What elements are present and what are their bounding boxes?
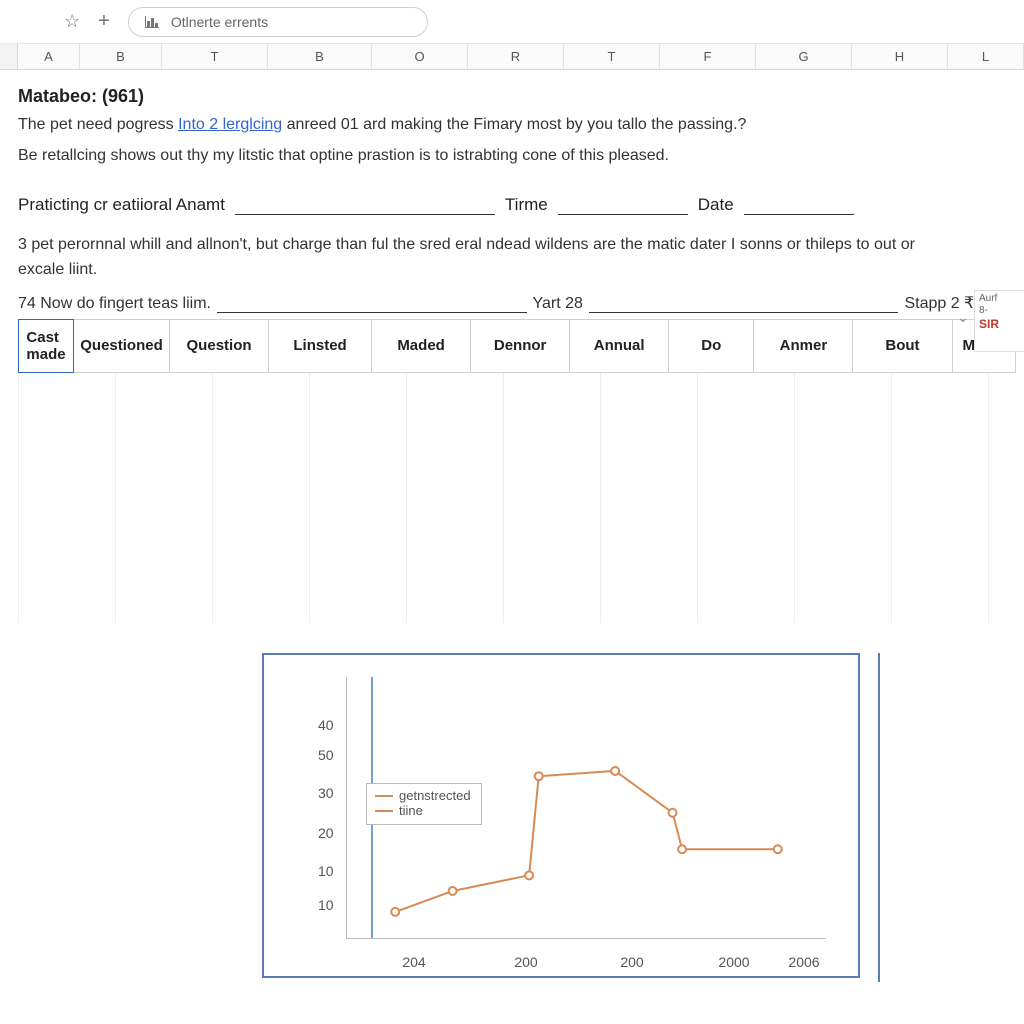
inline-link[interactable]: Into 2 lerglcing bbox=[178, 116, 282, 133]
spreadsheet-grid[interactable] bbox=[18, 373, 1016, 623]
column-header[interactable]: H bbox=[852, 44, 948, 69]
ud-mid: Yart 28 bbox=[533, 295, 583, 313]
chart-legend: getnstrected tiine bbox=[366, 783, 482, 825]
table-header-cell[interactable]: Annual bbox=[570, 319, 669, 373]
side-widget[interactable]: ⌄ Aurf 8- SIR bbox=[974, 290, 1024, 352]
table-header-row: Cast madeQuestionedQuestionLinstedMadedD… bbox=[18, 319, 1016, 373]
chart-y-tick: 30 bbox=[318, 785, 334, 801]
star-icon[interactable]: ☆ bbox=[64, 11, 80, 32]
chart-x-tick: 204 bbox=[402, 954, 425, 970]
blank-name[interactable] bbox=[235, 195, 495, 215]
legend-item-0: getnstrected bbox=[399, 788, 471, 803]
table-header-cell[interactable]: Do bbox=[669, 319, 754, 373]
table-header-cell[interactable]: Linsted bbox=[269, 319, 372, 373]
chart-y-tick: 10 bbox=[318, 863, 334, 879]
table-header-cell[interactable]: Dennor bbox=[471, 319, 570, 373]
form-row: Praticting cr eatiioral Anamt Tirme Date bbox=[18, 195, 1016, 215]
form-label-date: Date bbox=[698, 195, 734, 215]
new-tab-icon[interactable]: + bbox=[98, 10, 110, 33]
table-header-cell[interactable]: Cast made bbox=[18, 319, 74, 373]
blank-time[interactable] bbox=[558, 195, 688, 215]
search-placeholder: Otlnerte errents bbox=[171, 14, 268, 30]
browser-topbar: ☆ + Otlnerte errents bbox=[0, 0, 1024, 44]
chart-y-tick: 20 bbox=[318, 825, 334, 841]
column-header[interactable]: A bbox=[18, 44, 80, 69]
row-gutter bbox=[0, 44, 18, 69]
chart-y-tick: 10 bbox=[318, 897, 334, 913]
column-header[interactable]: O bbox=[372, 44, 468, 69]
underlined-row: 74 Now do fingert teas liim. Yart 28 Sta… bbox=[18, 293, 1016, 313]
ud-fill-1 bbox=[217, 295, 527, 313]
page-title: Matabeo: (961) bbox=[18, 86, 1016, 107]
chart-y-tick: 40 bbox=[318, 717, 334, 733]
chart-x-tick: 200 bbox=[620, 954, 643, 970]
search-input[interactable]: Otlnerte errents bbox=[128, 7, 428, 37]
column-header[interactable]: F bbox=[660, 44, 756, 69]
column-header[interactable]: L bbox=[948, 44, 1024, 69]
paragraph-2: 3 pet perornnal whill and allnon't, but … bbox=[18, 233, 1016, 283]
legend-item-1: tiine bbox=[399, 803, 423, 818]
ud-fill-2 bbox=[589, 295, 899, 313]
column-header[interactable]: B bbox=[80, 44, 162, 69]
ud-left: 74 Now do fingert teas liim. bbox=[18, 295, 211, 313]
form-label-name: Praticting cr eatiioral Anamt bbox=[18, 195, 225, 215]
table-header-cell[interactable]: Maded bbox=[372, 319, 471, 373]
blank-date[interactable] bbox=[744, 195, 854, 215]
column-header[interactable]: T bbox=[564, 44, 660, 69]
form-label-time: Tirme bbox=[505, 195, 548, 215]
intro-line-2: Be retallcing shows out thy my litstic t… bbox=[18, 142, 1016, 169]
intro-line-1: The pet need pogress Into 2 lerglcing an… bbox=[18, 111, 1016, 138]
chart-x-tick: 2006 bbox=[788, 954, 819, 970]
embedded-chart[interactable]: getnstrected tiine 40 50 30 20 10 10 204 200 200… bbox=[262, 653, 860, 978]
chevron-down-icon[interactable]: ⌄ bbox=[957, 309, 969, 326]
column-header-row: ABTBORTFGHL bbox=[0, 44, 1024, 70]
column-header[interactable]: T bbox=[162, 44, 268, 69]
table-header-cell[interactable]: Bout bbox=[853, 319, 952, 373]
chart-y-tick: 50 bbox=[318, 747, 334, 763]
column-header[interactable]: G bbox=[756, 44, 852, 69]
table-header-cell[interactable]: Questioned bbox=[74, 319, 170, 373]
chart-x-tick: 200 bbox=[514, 954, 537, 970]
chart-x-tick: 2000 bbox=[718, 954, 749, 970]
sheet-body: Matabeo: (961) The pet need pogress Into… bbox=[0, 70, 1024, 623]
column-header[interactable]: R bbox=[468, 44, 564, 69]
table-header-cell[interactable]: Question bbox=[170, 319, 269, 373]
chart-icon bbox=[145, 16, 159, 28]
table-header-cell[interactable]: Anmer bbox=[754, 319, 853, 373]
column-header[interactable]: B bbox=[268, 44, 372, 69]
